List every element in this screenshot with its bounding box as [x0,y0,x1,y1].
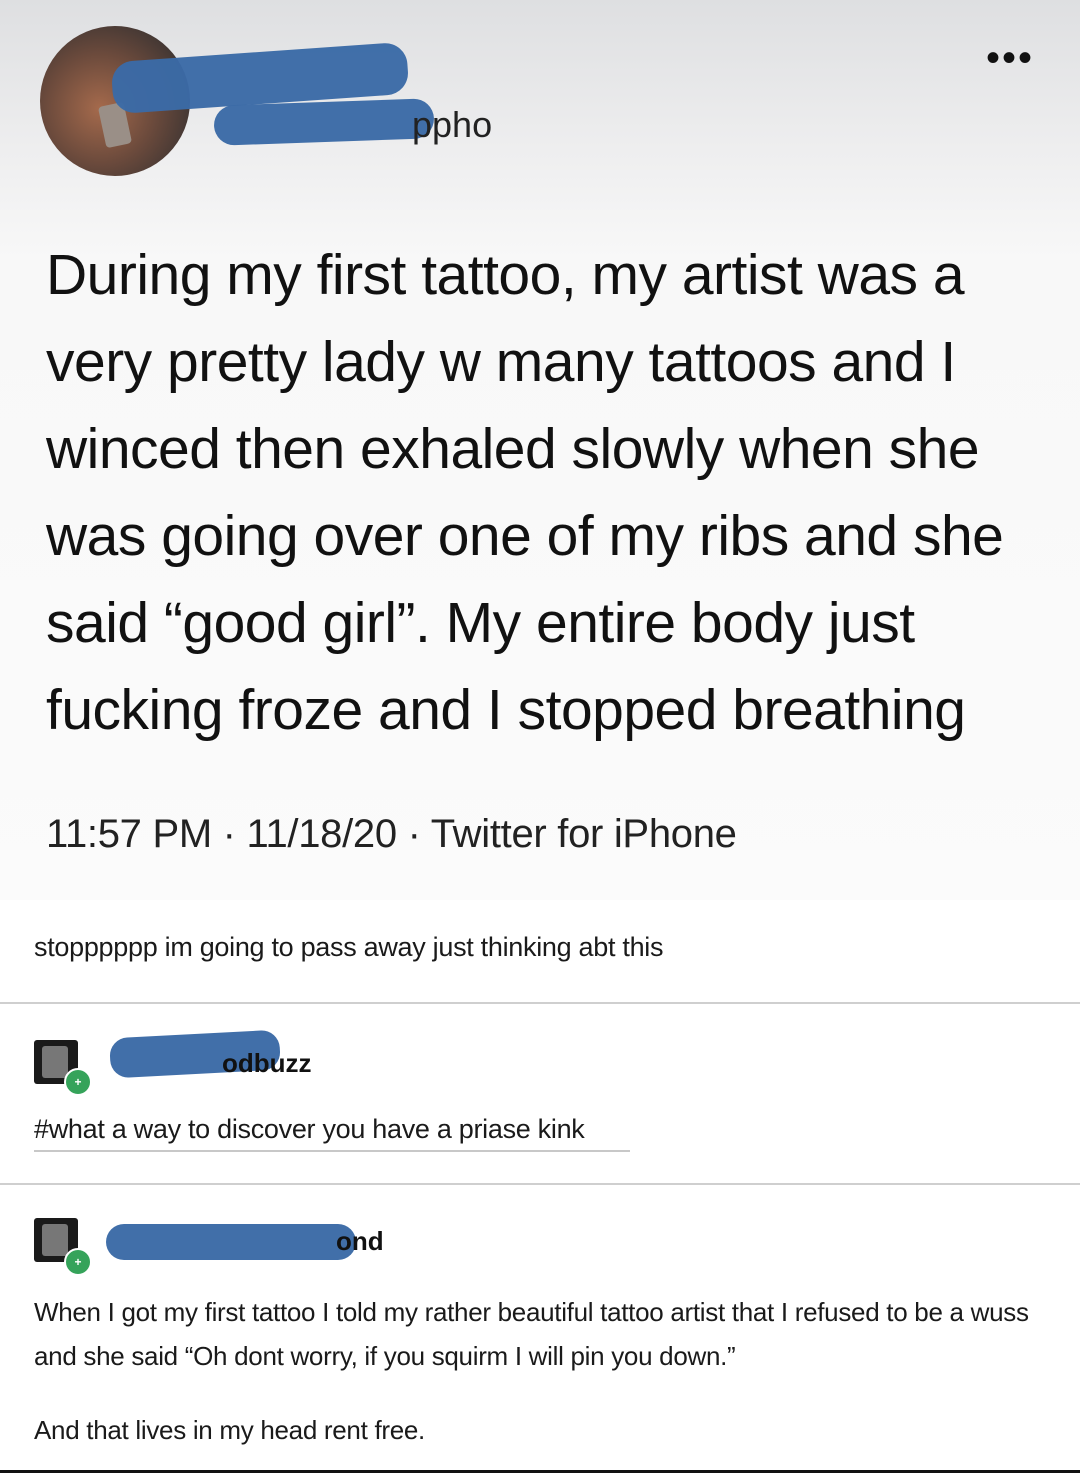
comment-body: When I got my first tattoo I told my rat… [34,1290,1054,1482]
comment-tags[interactable]: #what a way to discover you have a prias… [34,1114,585,1145]
divider [0,1183,1080,1185]
redacted-username [106,1224,356,1260]
comment-paragraph: When I got my first tattoo I told my rat… [34,1297,1029,1371]
follow-badge-icon[interactable]: + [64,1068,92,1096]
tweet-handle-fragment: ppho [412,104,493,145]
comment-paragraph: And that lives in my head rent free. [34,1415,425,1445]
commenter-username-fragment[interactable]: odbuzz [222,1048,312,1079]
commenter-username-fragment[interactable]: ond [336,1226,384,1257]
reblog-comment: stopppppp im going to pass away just thi… [34,932,664,962]
more-options-icon[interactable]: ••• [986,38,1034,78]
follow-badge-icon[interactable]: + [64,1248,92,1276]
bottom-divider [0,1470,1080,1473]
redacted-handle [213,98,435,146]
comment-underline [34,1150,630,1152]
tweet-timestamp-source: 11:57 PM · 11/18/20 · Twitter for iPhone [46,812,737,856]
tweet-text: During my first tattoo, my artist was a … [46,243,1004,742]
divider [0,1002,1080,1004]
tweet-card: ppho ••• During my first tattoo, my arti… [0,0,1080,900]
